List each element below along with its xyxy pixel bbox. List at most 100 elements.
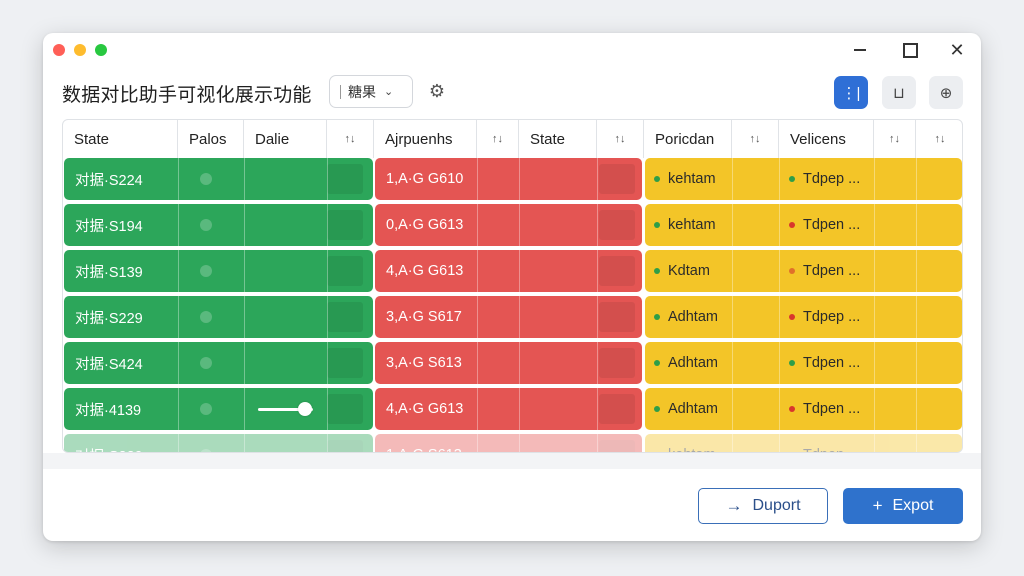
row-value-label: Tdpep ...: [803, 171, 861, 187]
column-divider: [597, 158, 598, 452]
sort-icon[interactable]: ↑↓: [597, 120, 644, 158]
row-name-cell: kehtam: [654, 434, 716, 452]
column-header-poricdan[interactable]: Poricdan: [644, 120, 732, 158]
split-view-button[interactable]: ⋮|: [834, 76, 868, 109]
column-divider: [732, 158, 733, 452]
column-divider: [244, 158, 245, 452]
bullet-icon: [654, 176, 660, 182]
close-icon[interactable]: ✕: [946, 39, 968, 61]
plus-icon: +: [872, 496, 883, 515]
cell-shade: [599, 256, 635, 286]
cell-shade: [599, 348, 635, 378]
status-dot: [200, 265, 212, 277]
cell-shade: [599, 164, 635, 194]
maximize-icon[interactable]: [899, 39, 921, 61]
cell-shade: [599, 440, 635, 452]
table-row[interactable]: 对据·S229 3,A·G S617 Adhtam Tdpep ...: [63, 296, 962, 338]
row-state-label: 对据·S424: [75, 356, 143, 373]
user-button[interactable]: ⊕: [929, 76, 963, 109]
row-value-label: Tdpep ...: [803, 309, 861, 325]
minimize-traffic-light[interactable]: [74, 44, 86, 56]
table-row[interactable]: 对据·S229 1,A·G S613 kehtam Tdpen ...: [63, 434, 962, 453]
row-name-label: Adhtam: [668, 309, 718, 325]
column-header-state[interactable]: State: [63, 120, 178, 158]
slider-knob[interactable]: [298, 402, 312, 416]
status-dot: [200, 357, 212, 369]
column-header-dalie[interactable]: Dalie: [244, 120, 327, 158]
table-row[interactable]: 对据·S139 4,A·G G613 Kdtam Tdpen ...: [63, 250, 962, 292]
footer-divider: [43, 453, 981, 469]
category-select[interactable]: 糖果 ⌄: [329, 75, 413, 108]
export-button[interactable]: + Expot: [843, 488, 963, 524]
table-row[interactable]: 对据·S424 3,A·G S613 Adhtam Tdpen ...: [63, 342, 962, 384]
sort-icon[interactable]: ↑↓: [874, 120, 916, 158]
row-name-label: Adhtam: [668, 401, 718, 417]
row-name-label: Adhtam: [668, 355, 718, 371]
row-code-label: 3,A·G S613: [386, 355, 462, 371]
row-code-label: 4,A·G G613: [386, 401, 464, 417]
select-value: 糖果: [348, 84, 376, 101]
row-value-cell: Tdpep ...: [789, 296, 860, 338]
column-header-velicens[interactable]: Velicens: [779, 120, 874, 158]
column-header-palos[interactable]: Palos: [178, 120, 244, 158]
sort-icon[interactable]: ↑↓: [477, 120, 519, 158]
chart-icon: ⊔: [893, 84, 905, 102]
bullet-icon: [789, 222, 795, 228]
row-value-cell: Tdpen ...: [789, 204, 860, 246]
sort-icon[interactable]: ↑↓: [732, 120, 779, 158]
cell-shade: [327, 348, 363, 378]
sort-icon[interactable]: ↑↓: [327, 120, 374, 158]
zoom-traffic-light[interactable]: [95, 44, 107, 56]
bullet-icon: [654, 222, 660, 228]
row-state-label: 对据·S229: [75, 434, 143, 453]
row-code-label: 0,A·G G613: [386, 217, 464, 233]
row-value-label: Tdpen ...: [803, 263, 861, 279]
column-divider: [874, 158, 875, 452]
row-state-label: 对据·S229: [75, 310, 143, 327]
cell-shade: [599, 302, 635, 332]
gear-icon[interactable]: ⚙: [426, 80, 448, 102]
import-label: Duport: [752, 497, 801, 514]
row-name-cell: Adhtam: [654, 296, 718, 338]
table-row[interactable]: 对据·S224 1,A·G G610 kehtam Tdpep ...: [63, 158, 962, 200]
close-traffic-light[interactable]: [53, 44, 65, 56]
column-divider: [916, 158, 917, 452]
sort-icon[interactable]: ↑↓: [916, 120, 962, 158]
column-header-ajrpuenhs[interactable]: Ajrpuenhs: [374, 120, 477, 158]
row-value-cell: Tdpen ...: [789, 434, 860, 452]
row-name-cell: Kdtam: [654, 250, 710, 292]
split-icon: ⋮|: [841, 84, 861, 102]
cell-shade: [599, 210, 635, 240]
column-divider: [178, 158, 179, 452]
row-name-cell: Adhtam: [654, 388, 718, 430]
cell-shade: [327, 210, 363, 240]
column-divider: [779, 158, 780, 452]
app-window: ✕ 数据对比助手可视化展示功能 糖果 ⌄ ⚙ ⋮| ⊔ ⊕ State Palo…: [43, 33, 981, 541]
row-code-label: 1,A·G S613: [386, 434, 462, 452]
bullet-icon: [654, 314, 660, 320]
cell-shade: [327, 164, 363, 194]
row-state-label: 对据·4139: [75, 402, 142, 419]
table-row[interactable]: 对据·4139 4,A·G G613 Adhtam Tdpen ...: [63, 388, 962, 430]
status-dot: [200, 311, 212, 323]
table-row[interactable]: 对据·S194 0,A·G G613 kehtam Tdpen ...: [63, 204, 962, 246]
column-divider: [327, 158, 328, 452]
bullet-icon: [789, 406, 795, 412]
column-header-state-2[interactable]: State: [519, 120, 597, 158]
cell-shade: [599, 394, 635, 424]
cell-shade: [327, 302, 363, 332]
status-dot: [200, 219, 212, 231]
minimize-icon[interactable]: [849, 39, 871, 61]
row-state-label: 对据·S224: [75, 172, 143, 189]
row-value-cell: Tdpep ...: [789, 158, 860, 200]
bullet-icon: [654, 406, 660, 412]
arrow-right-icon: →: [725, 496, 743, 515]
chart-view-button[interactable]: ⊔: [882, 76, 916, 109]
comparison-table: State Palos Dalie ↑↓ Ajrpuenhs ↑↓ State …: [62, 119, 963, 453]
import-button[interactable]: → Duport: [698, 488, 828, 524]
row-name-label: kehtam: [668, 217, 716, 233]
row-code-label: 1,A·G G610: [386, 171, 464, 187]
row-value-label: Tdpen ...: [803, 217, 861, 233]
chevron-down-icon: ⌄: [384, 85, 394, 98]
status-dot: [200, 173, 212, 185]
